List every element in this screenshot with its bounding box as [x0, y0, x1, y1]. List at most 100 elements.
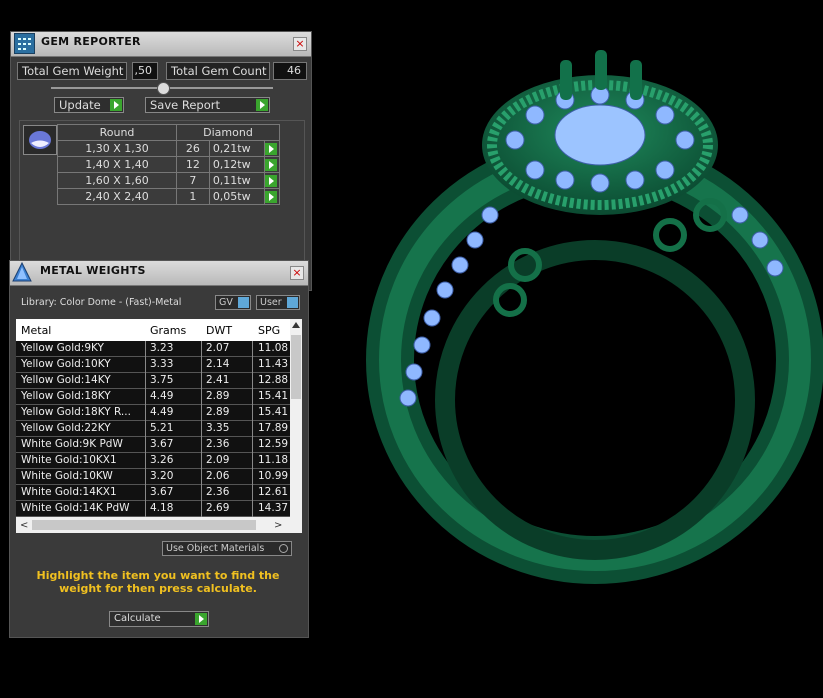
metal-weights-titlebar[interactable]: METAL WEIGHTS ×	[10, 261, 308, 286]
metal-spg: 14.37	[258, 502, 289, 514]
use-object-materials-toggle[interactable]: Use Object Materials	[162, 541, 292, 556]
metal-table-header: Metal Grams DWT SPG	[16, 319, 290, 341]
col-grams[interactable]: Grams	[150, 324, 186, 337]
metal-grams: 5.21	[150, 422, 174, 434]
total-gem-weight-label: Total Gem Weight	[17, 62, 127, 80]
metal-spg: 15.41	[258, 406, 289, 418]
metal-grams: 3.26	[150, 454, 174, 466]
gem-reporter-title: GEM REPORTER	[41, 35, 141, 48]
user-toggle[interactable]: User	[256, 295, 300, 310]
calculate-button-label: Calculate	[114, 613, 161, 624]
table-row[interactable]: Yellow Gold:18KY R... 4.49 2.89 15.41	[16, 405, 290, 421]
close-icon[interactable]: ×	[290, 266, 304, 280]
gem-size: 1,30 X 1,30	[57, 140, 177, 157]
update-button[interactable]: Update	[54, 97, 124, 113]
gem-row[interactable]: 1,60 X 1,60 7 0,11tw	[57, 172, 280, 189]
scroll-up-icon[interactable]	[292, 322, 300, 328]
gem-reporter-titlebar[interactable]: GEM REPORTER ×	[11, 32, 311, 57]
metal-name: Yellow Gold:9KY	[21, 342, 104, 354]
vertical-scrollbar[interactable]	[290, 319, 302, 517]
scroll-thumb[interactable]	[32, 520, 256, 530]
table-row[interactable]: Yellow Gold:18KY 4.49 2.89 15.41	[16, 389, 290, 405]
gem-shape-icon[interactable]	[23, 125, 57, 155]
radio-icon	[279, 544, 288, 553]
table-row[interactable]: Yellow Gold:22KY 5.21 3.35 17.89	[16, 421, 290, 437]
gem-row[interactable]: 2,40 X 2,40 1 0,05tw	[57, 188, 280, 205]
metal-dwt: 2.36	[206, 438, 230, 450]
gem-count: 26	[176, 140, 210, 157]
metal-dwt: 2.89	[206, 406, 230, 418]
close-icon[interactable]: ×	[293, 37, 307, 51]
gem-material-header: Diamond	[176, 124, 280, 141]
slider-handle[interactable]	[157, 82, 170, 95]
scroll-left-icon[interactable]: <	[20, 520, 28, 531]
metal-spg: 10.99	[258, 470, 289, 482]
gem-reporter-icon	[14, 33, 35, 54]
horizontal-scrollbar[interactable]: < >	[16, 517, 302, 533]
col-metal[interactable]: Metal	[21, 324, 51, 337]
gem-table: Round Diamond 1,30 X 1,30 26 0,21tw 1,40…	[57, 124, 280, 205]
column-divider[interactable]	[201, 341, 202, 517]
gem-row[interactable]: 1,40 X 1,40 12 0,12tw	[57, 156, 280, 173]
metal-dwt: 3.35	[206, 422, 230, 434]
play-arrow-icon	[110, 99, 122, 111]
gem-count: 1	[176, 188, 210, 205]
gem-size: 1,40 X 1,40	[57, 156, 177, 173]
table-row[interactable]: White Gold:14K PdW 4.18 2.69 14.37	[16, 501, 290, 517]
metal-dwt: 2.69	[206, 502, 230, 514]
select-arrow-icon[interactable]	[264, 140, 280, 157]
save-report-button[interactable]: Save Report	[145, 97, 270, 113]
col-dwt[interactable]: DWT	[206, 324, 232, 337]
metal-grams: 3.23	[150, 342, 174, 354]
total-gem-count-label: Total Gem Count	[166, 62, 270, 80]
scroll-thumb[interactable]	[291, 335, 301, 399]
gem-size: 2,40 X 2,40	[57, 188, 177, 205]
gv-toggle[interactable]: GV	[215, 295, 251, 310]
table-row[interactable]: Yellow Gold:9KY 3.23 2.07 11.08	[16, 341, 290, 357]
gem-count: 7	[176, 172, 210, 189]
metal-weights-title: METAL WEIGHTS	[40, 264, 146, 277]
metal-spg: 17.89	[258, 422, 289, 434]
metal-table[interactable]: Metal Grams DWT SPG Yellow Gold:9KY 3.23 2…	[16, 319, 302, 533]
metal-name: Yellow Gold:18KY R...	[21, 406, 131, 418]
gem-row[interactable]: 1,30 X 1,30 26 0,21tw	[57, 140, 280, 157]
metal-name: Yellow Gold:18KY	[21, 390, 111, 402]
metal-grams: 4.49	[150, 406, 174, 418]
metal-spg: 11.08	[258, 342, 289, 354]
metal-dwt: 2.41	[206, 374, 230, 386]
metal-dwt: 2.09	[206, 454, 230, 466]
hint-text: Highlight the item you want to find the …	[36, 569, 280, 595]
metal-name: Yellow Gold:22KY	[21, 422, 111, 434]
total-gem-count-value[interactable]: 46	[273, 62, 307, 80]
metal-name: White Gold:14KX1	[21, 486, 117, 498]
update-button-label: Update	[59, 98, 101, 112]
table-row[interactable]: White Gold:14KX1 3.67 2.36 12.61	[16, 485, 290, 501]
metal-spg: 11.18	[258, 454, 289, 466]
play-arrow-icon	[256, 99, 268, 111]
table-row[interactable]: White Gold:9K PdW 3.67 2.36 12.59	[16, 437, 290, 453]
column-divider[interactable]	[252, 341, 253, 517]
metal-spg: 12.61	[258, 486, 289, 498]
toggle-indicator-icon	[287, 297, 298, 308]
table-row[interactable]: Yellow Gold:14KY 3.75 2.41 12.88	[16, 373, 290, 389]
column-divider[interactable]	[145, 341, 146, 517]
metal-dwt: 2.36	[206, 486, 230, 498]
select-arrow-icon[interactable]	[264, 156, 280, 173]
metal-dwt: 2.89	[206, 390, 230, 402]
col-spg[interactable]: SPG	[258, 324, 280, 337]
metal-grams: 4.49	[150, 390, 174, 402]
table-row[interactable]: White Gold:10KW 3.20 2.06 10.99	[16, 469, 290, 485]
total-gem-weight-value[interactable]: ,50	[132, 62, 158, 80]
metal-grams: 3.33	[150, 358, 174, 370]
ring-render[interactable]	[310, 0, 823, 698]
toggle-indicator-icon	[238, 297, 249, 308]
library-label: Library: Color Dome - (Fast)-Metal	[21, 297, 182, 308]
table-row[interactable]: Yellow Gold:10KY 3.33 2.14 11.43	[16, 357, 290, 373]
calculate-button[interactable]: Calculate	[109, 611, 209, 627]
select-arrow-icon[interactable]	[264, 172, 280, 189]
table-row[interactable]: White Gold:10KX1 3.26 2.09 11.18	[16, 453, 290, 469]
scroll-right-icon[interactable]: >	[274, 520, 282, 531]
metal-name: Yellow Gold:14KY	[21, 374, 111, 386]
metal-name: Yellow Gold:10KY	[21, 358, 111, 370]
select-arrow-icon[interactable]	[264, 188, 280, 205]
